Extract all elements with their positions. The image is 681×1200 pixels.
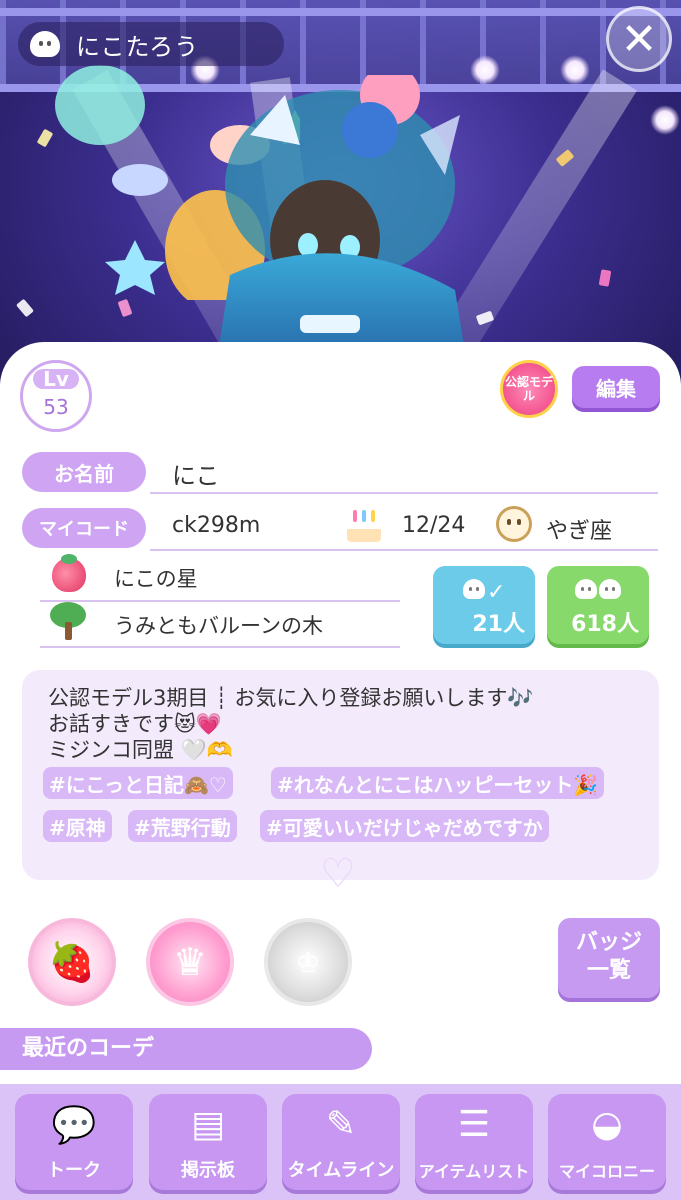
level-label: Lv — [33, 369, 79, 389]
nav-label: アイテムリスト — [418, 1162, 530, 1181]
underline — [40, 600, 400, 602]
hashtag-chip[interactable]: #原神 — [43, 810, 112, 842]
birthday-cake-icon — [345, 508, 383, 542]
chat-bubbles-icon: 💬 — [51, 1105, 97, 1146]
badge-list-label: 一覧 — [586, 958, 631, 983]
princess-icon: ♛ — [172, 940, 208, 984]
stage-light — [560, 55, 590, 85]
zodiac-value: やぎ座 — [546, 519, 613, 544]
stage-light — [650, 105, 680, 135]
badge-list-label: バッジ — [575, 930, 642, 955]
badge-slot-empty[interactable]: ♔ — [264, 918, 352, 1006]
tree-value[interactable]: うみともバルーンの木 — [114, 610, 323, 640]
username-text: にこたろう — [76, 32, 200, 61]
close-icon: ✕ — [620, 13, 658, 65]
bottom-nav: 💬 トーク ▤ 掲示板 ✎ タイムライン ☰ アイテムリスト ◒ マイコロニー — [0, 1084, 681, 1200]
confetti — [598, 269, 612, 287]
nav-board-button[interactable]: ▤ 掲示板 — [149, 1094, 267, 1190]
hashtag-chip[interactable]: #荒野行動 — [128, 810, 237, 842]
name-label: お名前 — [22, 452, 146, 492]
confetti — [117, 298, 133, 318]
badge-slot[interactable]: 🍓 — [28, 918, 116, 1006]
friend-check-icon: ✓ — [463, 576, 505, 606]
official-badge-text: 公認モデル — [504, 375, 553, 403]
nav-label: トーク — [47, 1160, 101, 1181]
close-button[interactable]: ✕ — [606, 6, 672, 72]
strawberry-icon: 🍓 — [48, 939, 96, 984]
bio-line: ミジンコ同盟 🤍🫶 — [48, 738, 233, 762]
capricorn-goat-icon — [496, 506, 532, 542]
badge-list-button[interactable]: バッジ 一覧 — [558, 918, 660, 998]
level-badge: Lv 53 — [20, 360, 92, 432]
nav-label: 掲示板 — [181, 1160, 235, 1181]
hashtag-chip[interactable]: #れなんとにこはハッピーセット🎉 — [271, 767, 605, 799]
friends-count: 21人 — [472, 612, 525, 637]
birthday-value: 12/24 — [402, 513, 466, 538]
hashtag-chip[interactable]: #にこっと日記🙈♡ — [43, 767, 233, 799]
planet-value[interactable]: にこの星 — [114, 563, 198, 593]
nav-talk-button[interactable]: 💬 トーク — [15, 1094, 133, 1190]
hashtag-chip[interactable]: #可愛いいだけじゃだめですか — [260, 810, 549, 842]
ghost-avatar-icon — [30, 31, 60, 57]
tree-icon — [50, 602, 86, 640]
underline — [150, 492, 658, 494]
edit-button[interactable]: 編集 — [572, 366, 660, 408]
colony-egg-icon: ◒ — [591, 1104, 623, 1145]
underline — [40, 646, 400, 648]
nav-colony-button[interactable]: ◒ マイコロニー — [548, 1094, 666, 1190]
followers-icon — [575, 576, 623, 606]
followers-count-button[interactable]: 618人 — [547, 566, 649, 644]
nav-label: タイムライン — [287, 1160, 395, 1181]
badge-slot[interactable]: ♛ — [146, 918, 234, 1006]
item-list-icon: ☰ — [457, 1104, 491, 1145]
confetti — [16, 298, 34, 318]
friends-count-button[interactable]: ✓ 21人 — [433, 566, 535, 644]
bulletin-board-icon: ▤ — [190, 1104, 225, 1145]
name-value: にこ — [172, 462, 220, 490]
official-model-badge: 公認モデル — [500, 360, 558, 418]
timeline-icon: ✎ — [325, 1104, 357, 1145]
underline — [150, 549, 658, 551]
recent-coords-header: 最近のコーデ — [0, 1028, 372, 1070]
nav-label: マイコロニー — [558, 1162, 655, 1181]
truss-bar — [0, 8, 681, 16]
crown-icon: ♔ — [295, 945, 321, 979]
nav-itemlist-button[interactable]: ☰ アイテムリスト — [415, 1094, 533, 1190]
strawberry-planet-icon — [52, 554, 86, 592]
followers-count: 618人 — [571, 612, 639, 637]
mycode-value: ck298m — [172, 513, 261, 538]
nav-timeline-button[interactable]: ✎ タイムライン — [282, 1094, 400, 1190]
mycode-label: マイコード — [22, 508, 146, 548]
level-value: 53 — [43, 395, 69, 419]
expand-heart-icon[interactable]: ♡ — [316, 854, 360, 894]
username-pill[interactable]: にこたろう — [18, 22, 284, 66]
